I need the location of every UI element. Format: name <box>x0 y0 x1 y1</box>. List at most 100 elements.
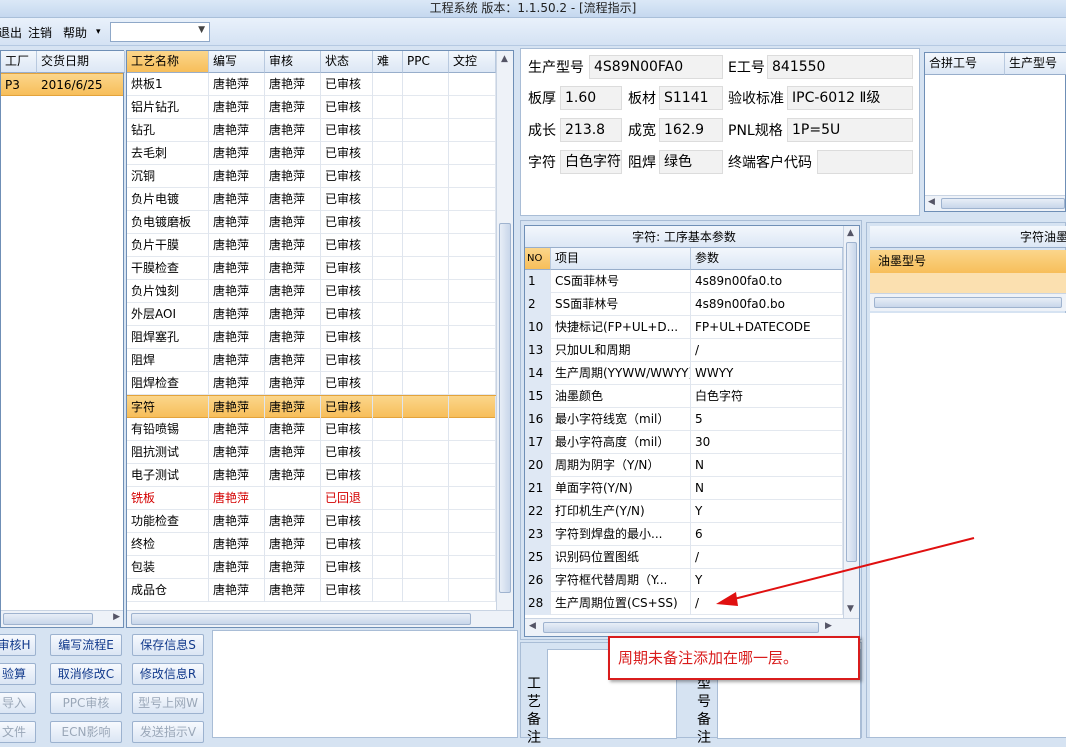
standard-label: 验收标准 <box>728 91 784 107</box>
table-row[interactable]: 电子测试 唐艳萍 唐艳萍 已审核 <box>127 464 496 487</box>
chevron-down-icon[interactable]: ▼ <box>198 25 205 35</box>
customer-field[interactable] <box>817 150 913 174</box>
column-header-factory[interactable]: 工厂 <box>1 51 37 73</box>
send-instruction-button[interactable]: 发送指示V <box>132 721 204 743</box>
table-row[interactable]: P3 2016/6/25 <box>1 73 123 96</box>
table-row[interactable]: 负电镀磨板 唐艳萍 唐艳萍 已审核 <box>127 211 496 234</box>
column-header[interactable]: 状态 <box>321 51 373 73</box>
import-button[interactable]: 导入 <box>0 692 36 714</box>
table-row[interactable]: 字符 唐艳萍 唐艳萍 已审核 <box>127 395 496 419</box>
scrollbar-thumb[interactable] <box>131 613 471 625</box>
arrow-up-icon[interactable]: ▲ <box>501 54 508 64</box>
horizontal-scrollbar[interactable]: ▶ <box>1 610 123 627</box>
scrollbar-thumb[interactable] <box>846 242 857 562</box>
mask-field[interactable]: 绿色 <box>659 150 723 174</box>
arrow-right-icon[interactable]: ▶ <box>113 612 120 622</box>
char-field[interactable]: 白色字符 <box>560 150 622 174</box>
table-row[interactable]: 13 只加UL和周期 / <box>525 339 843 362</box>
table-row[interactable]: 负片蚀刻 唐艳萍 唐艳萍 已审核 <box>127 280 496 303</box>
column-header-merge-no[interactable]: 合拼工号 <box>925 53 1005 75</box>
ink-model-header[interactable]: 油墨型号 <box>870 250 1066 273</box>
table-row[interactable]: 铝片钻孔 唐艳萍 唐艳萍 已审核 <box>127 96 496 119</box>
pnl-field[interactable]: 1P=5U <box>787 118 913 142</box>
save-info-button[interactable]: 保存信息S <box>132 634 204 656</box>
table-row[interactable]: 10 快捷标记(FP+UL+D... FP+UL+DATECODE <box>525 316 843 339</box>
scrollbar-thumb[interactable] <box>499 223 511 593</box>
table-row[interactable]: 沉铜 唐艳萍 唐艳萍 已审核 <box>127 165 496 188</box>
table-row[interactable]: 去毛刺 唐艳萍 唐艳萍 已审核 <box>127 142 496 165</box>
review-button[interactable]: 审核H <box>0 634 36 656</box>
table-row[interactable]: 干膜检查 唐艳萍 唐艳萍 已审核 <box>127 257 496 280</box>
table-row[interactable]: 17 最小字符高度（mil） 30 <box>525 431 843 454</box>
table-row[interactable]: 负片电镀 唐艳萍 唐艳萍 已审核 <box>127 188 496 211</box>
thickness-field[interactable]: 1.60 <box>560 86 622 110</box>
material-field[interactable]: S1141 <box>659 86 723 110</box>
file-button[interactable]: 文件 <box>0 721 36 743</box>
model-field[interactable]: 4S89N00FA0 <box>589 55 723 79</box>
edit-info-button[interactable]: 修改信息R <box>132 663 204 685</box>
ppc-review-button[interactable]: PPC审核 <box>50 692 122 714</box>
horizontal-scrollbar[interactable] <box>127 610 513 627</box>
table-row[interactable]: 烘板1 唐艳萍 唐艳萍 已审核 <box>127 73 496 96</box>
table-row[interactable]: 外层AOI 唐艳萍 唐艳萍 已审核 <box>127 303 496 326</box>
toolbar-combo[interactable]: ▼ <box>110 22 210 42</box>
table-row[interactable]: 16 最小字符线宽（mil） 5 <box>525 408 843 431</box>
column-header[interactable]: 难 <box>373 51 403 73</box>
table-row[interactable]: 1 CS面菲林号 4s89n00fa0.to <box>525 270 843 293</box>
arrow-right-icon[interactable]: ▶ <box>825 621 832 631</box>
arrow-up-icon[interactable]: ▲ <box>847 228 854 238</box>
chevron-down-icon[interactable]: ▾ <box>96 27 101 37</box>
column-header[interactable]: 项目 <box>551 248 691 270</box>
table-row[interactable]: 阻焊检查 唐艳萍 唐艳萍 已审核 <box>127 372 496 395</box>
arrow-left-icon[interactable]: ◀ <box>529 621 536 631</box>
table-row[interactable]: 阻抗测试 唐艳萍 唐艳萍 已审核 <box>127 441 496 464</box>
horizontal-scrollbar[interactable]: ◀ ▶ <box>525 618 859 636</box>
column-header[interactable]: 编写 <box>209 51 265 73</box>
table-row[interactable]: 负片干膜 唐艳萍 唐艳萍 已审核 <box>127 234 496 257</box>
column-header-model[interactable]: 生产型号 <box>1005 53 1066 75</box>
arrow-left-icon[interactable]: ◀ <box>928 197 935 207</box>
table-row[interactable]: 铣板 唐艳萍 已回退 <box>127 487 496 510</box>
scrollbar-thumb[interactable] <box>874 297 1062 308</box>
column-header[interactable]: 工艺名称 <box>127 51 209 73</box>
scrollbar-thumb[interactable] <box>941 198 1065 209</box>
width-field[interactable]: 162.9 <box>659 118 723 142</box>
column-header[interactable]: 参数 <box>691 248 843 270</box>
table-row[interactable]: 22 打印机生产(Y/N) Y <box>525 500 843 523</box>
table-row[interactable]: 15 油墨颜色 白色字符 <box>525 385 843 408</box>
table-row[interactable]: 成品仓 唐艳萍 唐艳萍 已审核 <box>127 579 496 602</box>
scrollbar-thumb[interactable] <box>3 613 93 625</box>
length-field[interactable]: 213.8 <box>560 118 622 142</box>
horizontal-scrollbar[interactable]: ◀ <box>925 195 1065 211</box>
ecn-impact-button[interactable]: ECN影响 <box>50 721 122 743</box>
standard-field[interactable]: IPC-6012 Ⅱ级 <box>787 86 913 110</box>
menu-help[interactable]: 帮助 <box>63 24 87 41</box>
menu-exit[interactable]: 退出 <box>0 24 22 41</box>
write-flow-button[interactable]: 编写流程E <box>50 634 122 656</box>
table-row[interactable]: 20 周期为阴字（Y/N） N <box>525 454 843 477</box>
column-header[interactable]: NO <box>525 248 551 270</box>
column-header[interactable]: 文控 <box>449 51 496 73</box>
menu-logout[interactable]: 注销 <box>28 24 52 41</box>
verify-button[interactable]: 验算 <box>0 663 36 685</box>
horizontal-scrollbar[interactable] <box>870 293 1066 311</box>
table-row[interactable]: 终检 唐艳萍 唐艳萍 已审核 <box>127 533 496 556</box>
model-online-button[interactable]: 型号上网W <box>132 692 204 714</box>
column-header-delivery-date[interactable]: 交货日期 <box>37 51 125 73</box>
table-row[interactable]: 包装 唐艳萍 唐艳萍 已审核 <box>127 556 496 579</box>
table-row[interactable]: 功能检查 唐艳萍 唐艳萍 已审核 <box>127 510 496 533</box>
cancel-edit-button[interactable]: 取消修改C <box>50 663 122 685</box>
ink-row[interactable] <box>870 273 1066 293</box>
table-row[interactable]: 21 单面字符(Y/N) N <box>525 477 843 500</box>
table-row[interactable]: 钻孔 唐艳萍 唐艳萍 已审核 <box>127 119 496 142</box>
table-row[interactable]: 阻焊 唐艳萍 唐艳萍 已审核 <box>127 349 496 372</box>
e-no-field[interactable]: 841550 <box>767 55 913 79</box>
table-row[interactable]: 阻焊塞孔 唐艳萍 唐艳萍 已审核 <box>127 326 496 349</box>
table-row[interactable]: 14 生产周期(YYWW/WWYY) WWYY <box>525 362 843 385</box>
column-header[interactable]: PPC <box>403 51 449 73</box>
vertical-scrollbar[interactable]: ▲ <box>496 51 513 610</box>
scrollbar-thumb[interactable] <box>543 622 819 633</box>
table-row[interactable]: 有铅喷锡 唐艳萍 唐艳萍 已审核 <box>127 418 496 441</box>
table-row[interactable]: 2 SS面菲林号 4s89n00fa0.bo <box>525 293 843 316</box>
column-header[interactable]: 审核 <box>265 51 321 73</box>
